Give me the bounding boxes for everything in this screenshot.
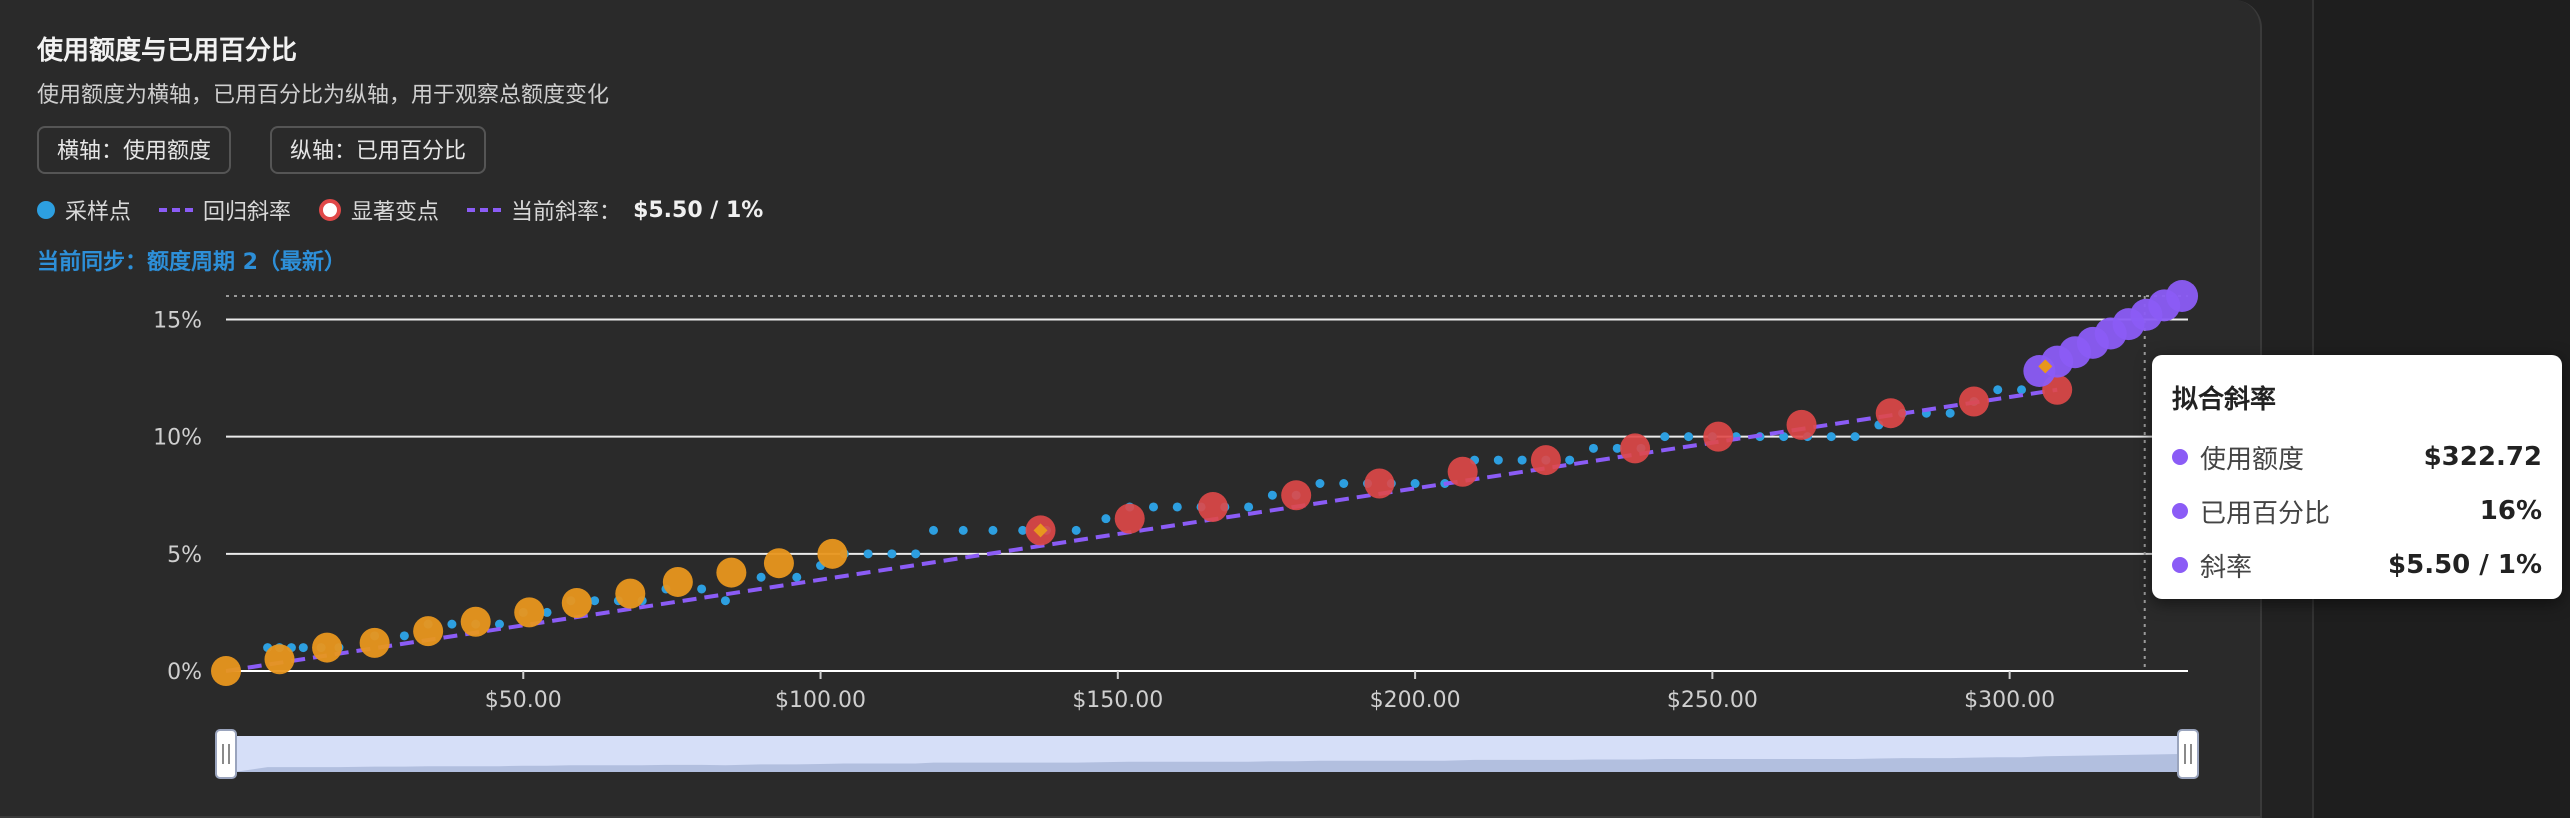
sample-point	[1493, 455, 1503, 465]
sample-point	[1148, 502, 1158, 512]
sample-point	[1517, 455, 1527, 465]
sample-point	[1339, 479, 1349, 488]
y-tick-label: 0%	[167, 660, 202, 685]
changepoint	[1875, 398, 1906, 429]
zoom-handle[interactable]	[2177, 729, 2199, 779]
bullet-icon	[2172, 557, 2188, 573]
x-tick-label: $300.00	[1964, 688, 2055, 713]
sample-point	[447, 619, 457, 629]
cycle1-point	[264, 644, 295, 675]
changepoint	[1281, 480, 1312, 511]
changepoint	[1958, 386, 1989, 417]
tooltip-row-percent: 已用百分比 16%	[2172, 484, 2542, 538]
tooltip-value: 16%	[2479, 496, 2542, 526]
sample-point	[988, 525, 998, 535]
changepoint	[1530, 445, 1561, 476]
sample-point	[1101, 514, 1111, 524]
tooltip-value: $322.72	[2423, 442, 2542, 472]
x-tick-label: $50.00	[485, 688, 562, 713]
sample-point	[2017, 385, 2027, 395]
changepoint	[1364, 468, 1395, 499]
sample-point	[1993, 385, 2003, 395]
y-tick-label: 5%	[167, 543, 202, 568]
tooltip-title: 拟合斜率	[2172, 385, 2277, 415]
sample-point	[1410, 479, 1420, 488]
cycle1-point	[763, 548, 794, 579]
tooltip-row-slope: 斜率 $5.50 / 1%	[2172, 538, 2542, 592]
sample-point	[298, 643, 308, 653]
changepoint	[1620, 433, 1651, 464]
sample-point	[756, 572, 766, 582]
sample-point	[1945, 408, 1955, 418]
cycle1-point	[662, 566, 693, 597]
sample-point	[1826, 432, 1836, 442]
changepoint	[1447, 456, 1478, 487]
sample-point	[1267, 490, 1277, 500]
cycle1-point	[514, 597, 545, 628]
tooltip-label: 使用额度	[2200, 444, 2305, 475]
sample-point	[929, 525, 939, 535]
x-tick-label: $250.00	[1667, 688, 1758, 713]
sample-point	[1244, 502, 1254, 512]
cycle1-point	[460, 606, 491, 637]
tooltip: 拟合斜率 使用额度 $322.72 已用百分比 16% 斜率 $5.50 / 1…	[2152, 355, 2562, 599]
sample-point	[863, 549, 873, 559]
sample-point	[1172, 502, 1182, 512]
x-tick-label: $150.00	[1072, 688, 1163, 713]
changepoint	[1197, 491, 1228, 522]
cycle1-point	[359, 627, 390, 658]
changepoint	[1703, 421, 1734, 452]
sample-point	[1315, 479, 1325, 488]
y-tick-label: 15%	[153, 308, 202, 333]
sample-point	[1850, 432, 1860, 442]
x-tick-label: $200.00	[1370, 688, 1461, 713]
tooltip-label: 已用百分比	[2200, 498, 2331, 529]
cycle1-point	[312, 632, 343, 663]
sample-point	[1684, 432, 1694, 442]
cycle1-point	[716, 557, 747, 588]
changepoint	[1114, 503, 1145, 534]
sample-point	[1071, 525, 1081, 535]
sample-point	[911, 549, 921, 559]
cycle1-point	[211, 656, 241, 686]
zoom-handle[interactable]	[215, 729, 237, 779]
sample-point	[399, 631, 409, 641]
y-tick-label: 10%	[153, 426, 202, 451]
sample-point	[792, 572, 802, 582]
sample-point	[1565, 455, 1575, 465]
cycle1-point	[817, 538, 848, 569]
bullet-icon	[2172, 449, 2188, 465]
sample-point	[958, 525, 968, 535]
tooltip-label: 斜率	[2200, 552, 2253, 583]
cycle1-point	[561, 588, 592, 619]
sample-point	[720, 596, 730, 606]
regression-line	[225, 387, 2058, 673]
cycle1-point	[615, 578, 646, 609]
x-tick-label: $100.00	[775, 688, 866, 713]
sample-point	[1660, 432, 1670, 442]
tooltip-value: $5.50 / 1%	[2388, 550, 2542, 580]
sample-point	[887, 549, 897, 559]
cycle1-point	[413, 616, 444, 647]
sample-point	[1588, 443, 1598, 453]
changepoint	[1786, 409, 1817, 440]
tooltip-row-usage: 使用额度 $322.72	[2172, 430, 2542, 484]
bullet-icon	[2172, 503, 2188, 519]
sample-point	[697, 584, 707, 594]
current-point	[2166, 280, 2199, 312]
